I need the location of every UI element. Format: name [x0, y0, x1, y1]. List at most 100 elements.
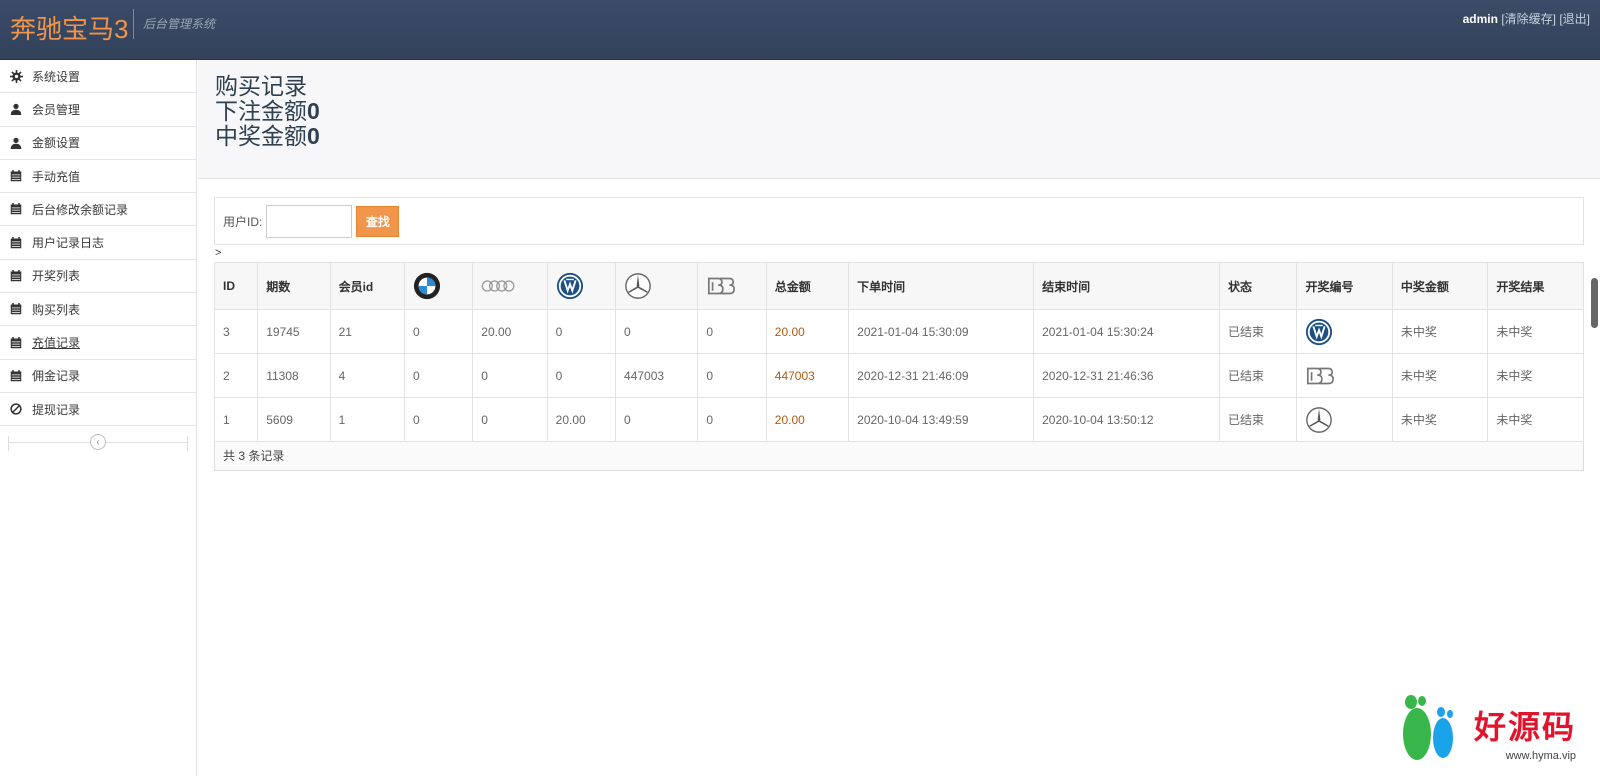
sidebar-item-2[interactable]: 金额设置 — [0, 127, 196, 160]
sidebar-item-label: 后台修改余额记录 — [32, 202, 129, 217]
sidebar-item-9[interactable]: 佣金记录 — [0, 360, 196, 393]
sidebar-item-label: 充值记录 — [32, 336, 81, 351]
page-title: 购买记录 — [215, 73, 307, 99]
page-header: 购买记录 下注金额0 中奖金额0 — [198, 60, 1600, 179]
bmw-logo-icon — [413, 272, 441, 300]
mercedes-logo-icon — [1305, 406, 1333, 434]
calendar-icon — [9, 269, 23, 283]
chevron-left-icon[interactable]: ‹ — [90, 434, 106, 451]
logout-link[interactable]: [退出] — [1559, 12, 1590, 26]
draw-result-cell — [1296, 353, 1393, 398]
calendar-icon — [9, 236, 23, 250]
sidebar-item-label: 系统设置 — [32, 69, 81, 84]
footprint-logo-icon — [1403, 695, 1453, 760]
calendar-icon — [9, 369, 23, 383]
cell-period: 19745 — [257, 309, 331, 354]
cell-bugatti: 0 — [697, 309, 767, 354]
bet-amount-value: 0 — [307, 98, 320, 124]
sidebar-item-10[interactable]: 提现记录 — [0, 393, 196, 427]
cell-audi: 20.00 — [472, 309, 548, 354]
bet-amount-label: 下注金额 — [215, 98, 307, 124]
cell-benz: 447003 — [615, 353, 699, 398]
cell-benz: 0 — [615, 397, 699, 442]
sidebar-item-6[interactable]: 开奖列表 — [0, 260, 196, 294]
cell-member: 4 — [329, 353, 405, 398]
cell-total: 447003 — [765, 353, 850, 398]
user-icon — [9, 102, 23, 116]
username: admin — [1462, 12, 1498, 26]
column-header: 下单时间 — [848, 262, 1035, 310]
sidebar: 系统设置会员管理 金额设置手动充值后台修改余额记录用户记录日志开奖列表购买列表充值… — [0, 60, 197, 776]
calendar-icon — [9, 169, 23, 183]
bugatti-logo-icon — [706, 275, 736, 297]
win-amount: 中奖金额0 — [215, 124, 1600, 149]
breadcrumb: > — [215, 247, 222, 259]
cell-vw: 0 — [546, 353, 617, 398]
win-amount-value: 0 — [307, 123, 320, 149]
bet-amount: 下注金额0 — [215, 99, 1600, 124]
cell-status: 已结束 — [1219, 309, 1298, 354]
cell-member: 1 — [329, 397, 405, 442]
user-icon — [9, 136, 23, 150]
watermark-url: www.hyma.vip — [1505, 750, 1576, 762]
column-header-bmw — [403, 262, 474, 310]
cell-id: 3 — [213, 309, 259, 354]
vw-logo-icon — [556, 272, 584, 300]
column-header: 期数 — [257, 262, 331, 310]
cell-result: 未中奖 — [1487, 309, 1584, 354]
column-header-bugatti — [697, 262, 767, 310]
column-header: 状态 — [1219, 262, 1298, 310]
cell-status: 已结束 — [1219, 397, 1298, 442]
sidebar-item-3[interactable]: 手动充值 — [0, 160, 196, 194]
cell-end_time: 2020-10-04 13:50:12 — [1033, 397, 1221, 442]
column-header: 中奖金额 — [1391, 262, 1489, 310]
cell-bugatti: 0 — [697, 353, 767, 398]
cell-end_time: 2020-12-31 21:46:36 — [1033, 353, 1221, 398]
top-header: 奔驰宝马3 后台管理系统 admin [清除缓存] [退出] — [0, 0, 1600, 60]
user-id-input[interactable] — [266, 204, 353, 238]
column-header-vw — [546, 262, 617, 310]
sidebar-collapse-row: ‹ — [0, 426, 196, 462]
vertical-scrollbar[interactable] — [1591, 278, 1598, 328]
table-row: 1 5609 1 0 0 20.00 0 0 20.00 2020-10-04 13:49:59 2… — [213, 397, 1584, 442]
sidebar-item-5[interactable]: 用户记录日志 — [0, 226, 196, 260]
user-bar: admin [清除缓存] [退出] — [1463, 10, 1590, 27]
cell-period: 5609 — [257, 397, 331, 442]
cell-audi: 0 — [472, 397, 548, 442]
sidebar-item-0[interactable]: 系统设置 — [0, 60, 196, 94]
sidebar-item-label: 佣金记录 — [32, 369, 81, 384]
cell-result: 未中奖 — [1487, 397, 1584, 442]
table-body: 3 19745 21 0 20.00 0 0 0 20.00 2021-01-04 15:30:0… — [213, 309, 1584, 442]
cell-total: 20.00 — [765, 309, 850, 354]
calendar-icon — [9, 202, 23, 216]
cell-total: 20.00 — [765, 397, 850, 442]
vw-logo-icon — [1305, 318, 1333, 346]
ban-icon — [9, 402, 23, 416]
sidebar-item-8[interactable]: 充值记录 — [0, 326, 196, 360]
column-header: 总金额 — [765, 262, 850, 310]
sidebar-item-7[interactable]: 购买列表 — [0, 293, 196, 327]
brand-title[interactable]: 奔驰宝马3 — [10, 12, 128, 46]
cell-end_time: 2021-01-04 15:30:24 — [1033, 309, 1221, 354]
calendar-icon — [9, 302, 23, 316]
bugatti-logo-icon — [1305, 365, 1335, 387]
column-header: 会员id — [329, 262, 405, 310]
sidebar-item-label: 提现记录 — [32, 402, 81, 417]
cell-result: 未中奖 — [1487, 353, 1584, 398]
column-header-audi — [472, 262, 548, 310]
cell-benz: 0 — [615, 309, 699, 354]
clear-cache-link[interactable]: [清除缓存] — [1501, 12, 1556, 26]
records-table: ID 期数 会员id 总金额 下单时间 结束时间 状态 开奖编号 中奖金额 开奖结果 3 19745… — [213, 262, 1584, 442]
table-row: 3 19745 21 0 20.00 0 0 0 20.00 2021-01-04 15:30:0… — [213, 309, 1584, 354]
records-panel: 用户ID: 查找 > ID 期数 会员id 总金额 下单时间 结束时间 状态 开奖编号 中奖金额… — [213, 197, 1584, 471]
cell-id: 2 — [213, 353, 259, 398]
cell-vw: 0 — [546, 309, 617, 354]
sidebar-item-4[interactable]: 后台修改余额记录 — [0, 193, 196, 227]
draw-result-cell — [1296, 397, 1393, 442]
sidebar-item-label: 开奖列表 — [32, 269, 81, 284]
cell-bugatti: 0 — [697, 397, 767, 442]
sidebar-item-1[interactable]: 会员管理 — [0, 93, 196, 127]
cell-prize: 未中奖 — [1391, 397, 1489, 442]
sidebar-item-label: 手动充值 — [32, 169, 81, 184]
search-button[interactable]: 查找 — [356, 205, 400, 237]
